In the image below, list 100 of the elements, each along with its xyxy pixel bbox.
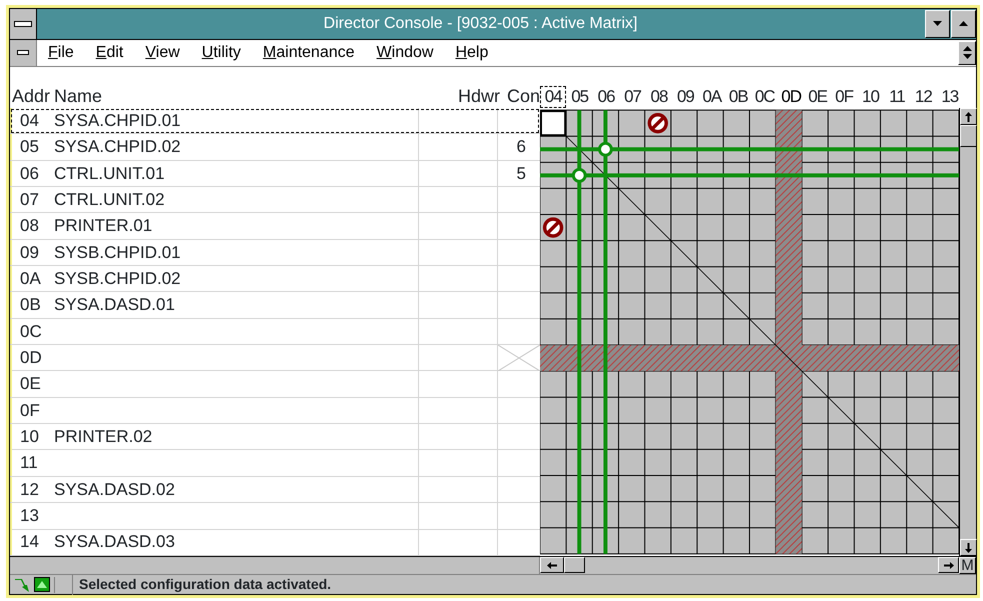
table-row[interactable]: 0C bbox=[10, 318, 540, 346]
menu-item[interactable]: Help bbox=[447, 40, 496, 65]
corner-label: M bbox=[959, 557, 976, 574]
column-header: Name bbox=[54, 87, 104, 108]
name-cell: SYSA.DASD.03 bbox=[54, 532, 175, 552]
port-column-header[interactable]: 0A bbox=[698, 86, 726, 108]
scroll-right-button[interactable] bbox=[938, 557, 959, 573]
left-arrow-icon bbox=[547, 562, 557, 568]
menu-item[interactable]: Edit bbox=[88, 40, 132, 65]
port-column-header[interactable]: 05 bbox=[566, 86, 593, 108]
port-column-header[interactable]: 13 bbox=[936, 86, 963, 108]
column-header: Con bbox=[506, 87, 540, 108]
restore-button[interactable] bbox=[958, 40, 976, 65]
maximize-button[interactable] bbox=[951, 10, 976, 38]
scroll-thumb[interactable] bbox=[564, 557, 585, 573]
up-arrow-icon bbox=[965, 112, 972, 122]
address-cell: 0A bbox=[20, 268, 41, 288]
address-cell: 12 bbox=[20, 480, 39, 499]
right-arrow-icon bbox=[944, 562, 954, 568]
menu-item[interactable]: Utility bbox=[194, 40, 249, 65]
address-cell: 0E bbox=[20, 374, 41, 394]
address-cell: 14 bbox=[20, 532, 39, 552]
address-cell: 09 bbox=[20, 242, 39, 262]
name-cell: SYSB.CHPID.02 bbox=[54, 268, 181, 288]
table-row[interactable]: 06 CTRL.UNIT.01 5 bbox=[10, 160, 540, 188]
dash-icon bbox=[14, 20, 32, 27]
scroll-left-button[interactable] bbox=[540, 557, 564, 573]
selected-cell[interactable] bbox=[540, 110, 566, 136]
port-column-header[interactable]: 08 bbox=[646, 86, 672, 108]
table-row[interactable]: 0B SYSA.DASD.01 bbox=[10, 292, 540, 319]
table-row[interactable]: 12 SYSA.DASD.02 bbox=[10, 476, 540, 504]
menu-item[interactable]: File bbox=[40, 40, 82, 65]
table-row[interactable]: 05 SYSA.CHPID.02 6 bbox=[10, 134, 540, 161]
up-down-arrow-icon bbox=[962, 46, 972, 60]
port-column-header[interactable]: 0C bbox=[752, 86, 778, 108]
menu-item[interactable]: View bbox=[137, 40, 188, 65]
address-cell: 0F bbox=[20, 400, 40, 420]
address-cell: 08 bbox=[20, 216, 39, 236]
name-cell: CTRL.UNIT.01 bbox=[54, 164, 165, 183]
port-column-header[interactable]: 06 bbox=[592, 86, 620, 108]
table-row[interactable]: 11 bbox=[10, 450, 540, 477]
name-cell: CTRL.UNIT.02 bbox=[54, 190, 165, 209]
table-row[interactable]: 04 SYSA.CHPID.01 bbox=[10, 108, 540, 134]
column-header: Hdwr bbox=[456, 87, 500, 108]
address-cell: 05 bbox=[20, 137, 39, 156]
name-cell: SYSA.CHPID.02 bbox=[54, 137, 181, 156]
scroll-up-button[interactable] bbox=[960, 108, 977, 125]
port-column-header[interactable]: 0D bbox=[778, 86, 804, 108]
table-row[interactable]: 0F bbox=[10, 398, 540, 424]
name-cell: SYSA.CHPID.01 bbox=[54, 110, 181, 130]
address-cell: 0C bbox=[20, 322, 42, 341]
minimize-button[interactable] bbox=[925, 10, 950, 38]
window-title: Director Console - [9032-005 : Active Matrix] bbox=[322, 14, 638, 34]
table-row[interactable]: 0D bbox=[10, 345, 540, 372]
down-arrow-icon bbox=[965, 542, 972, 552]
port-column-header[interactable]: 09 bbox=[672, 86, 699, 108]
name-cell: SYSB.CHPID.01 bbox=[54, 242, 181, 262]
table-row[interactable]: 13 bbox=[10, 503, 540, 530]
scroll-thumb[interactable] bbox=[960, 125, 977, 147]
status-message: Selected configuration data activated. bbox=[72, 574, 976, 595]
table-row[interactable]: 08 PRINTER.01 bbox=[10, 213, 540, 240]
address-cell: 0B bbox=[20, 295, 41, 314]
table-row[interactable]: 0A SYSB.CHPID.02 bbox=[10, 266, 540, 292]
address-cell: 0D bbox=[20, 348, 42, 368]
connection-dot[interactable] bbox=[598, 142, 613, 157]
down-triangle-icon bbox=[933, 21, 942, 26]
table-row[interactable]: 09 SYSB.CHPID.01 bbox=[10, 240, 540, 266]
document-menu-button[interactable] bbox=[10, 40, 37, 66]
connection-cell-text: 6 bbox=[516, 136, 526, 158]
menu-item[interactable]: Maintenance bbox=[254, 40, 363, 65]
address-cell: 10 bbox=[20, 427, 39, 446]
name-cell: SYSA.DASD.01 bbox=[54, 295, 175, 314]
dash-icon bbox=[17, 50, 29, 56]
up-triangle-icon bbox=[959, 21, 968, 26]
port-column-header[interactable]: 04 bbox=[540, 86, 566, 108]
port-column-header[interactable]: 07 bbox=[619, 86, 646, 108]
lightning-icon bbox=[14, 576, 30, 592]
name-cell: PRINTER.02 bbox=[54, 427, 152, 446]
scroll-down-button[interactable] bbox=[960, 539, 977, 556]
port-column-header[interactable]: 0B bbox=[725, 86, 752, 108]
system-menu-button[interactable] bbox=[10, 9, 37, 39]
address-cell: 11 bbox=[20, 453, 38, 472]
name-cell: SYSA.DASD.02 bbox=[54, 480, 175, 499]
table-row[interactable]: 0E bbox=[10, 371, 540, 398]
address-cell: 13 bbox=[20, 506, 39, 526]
column-header: Addr bbox=[11, 87, 52, 108]
name-cell: PRINTER.01 bbox=[54, 216, 152, 236]
table-row[interactable]: 07 CTRL.UNIT.02 bbox=[10, 187, 540, 214]
connection-cell-text: 5 bbox=[516, 162, 526, 185]
address-cell: 06 bbox=[20, 164, 39, 183]
table-row[interactable]: 10 PRINTER.02 bbox=[10, 424, 540, 450]
port-column-header[interactable]: 0F bbox=[830, 86, 858, 108]
menu-item[interactable]: Window bbox=[368, 40, 442, 65]
address-cell: 04 bbox=[20, 110, 39, 130]
port-column-header[interactable]: 11 bbox=[884, 86, 910, 108]
connection-dot[interactable] bbox=[572, 168, 587, 183]
port-column-header[interactable]: 10 bbox=[857, 86, 884, 108]
address-cell: 07 bbox=[20, 190, 39, 209]
port-column-header[interactable]: 0E bbox=[804, 86, 831, 108]
port-column-header[interactable]: 12 bbox=[910, 86, 937, 108]
